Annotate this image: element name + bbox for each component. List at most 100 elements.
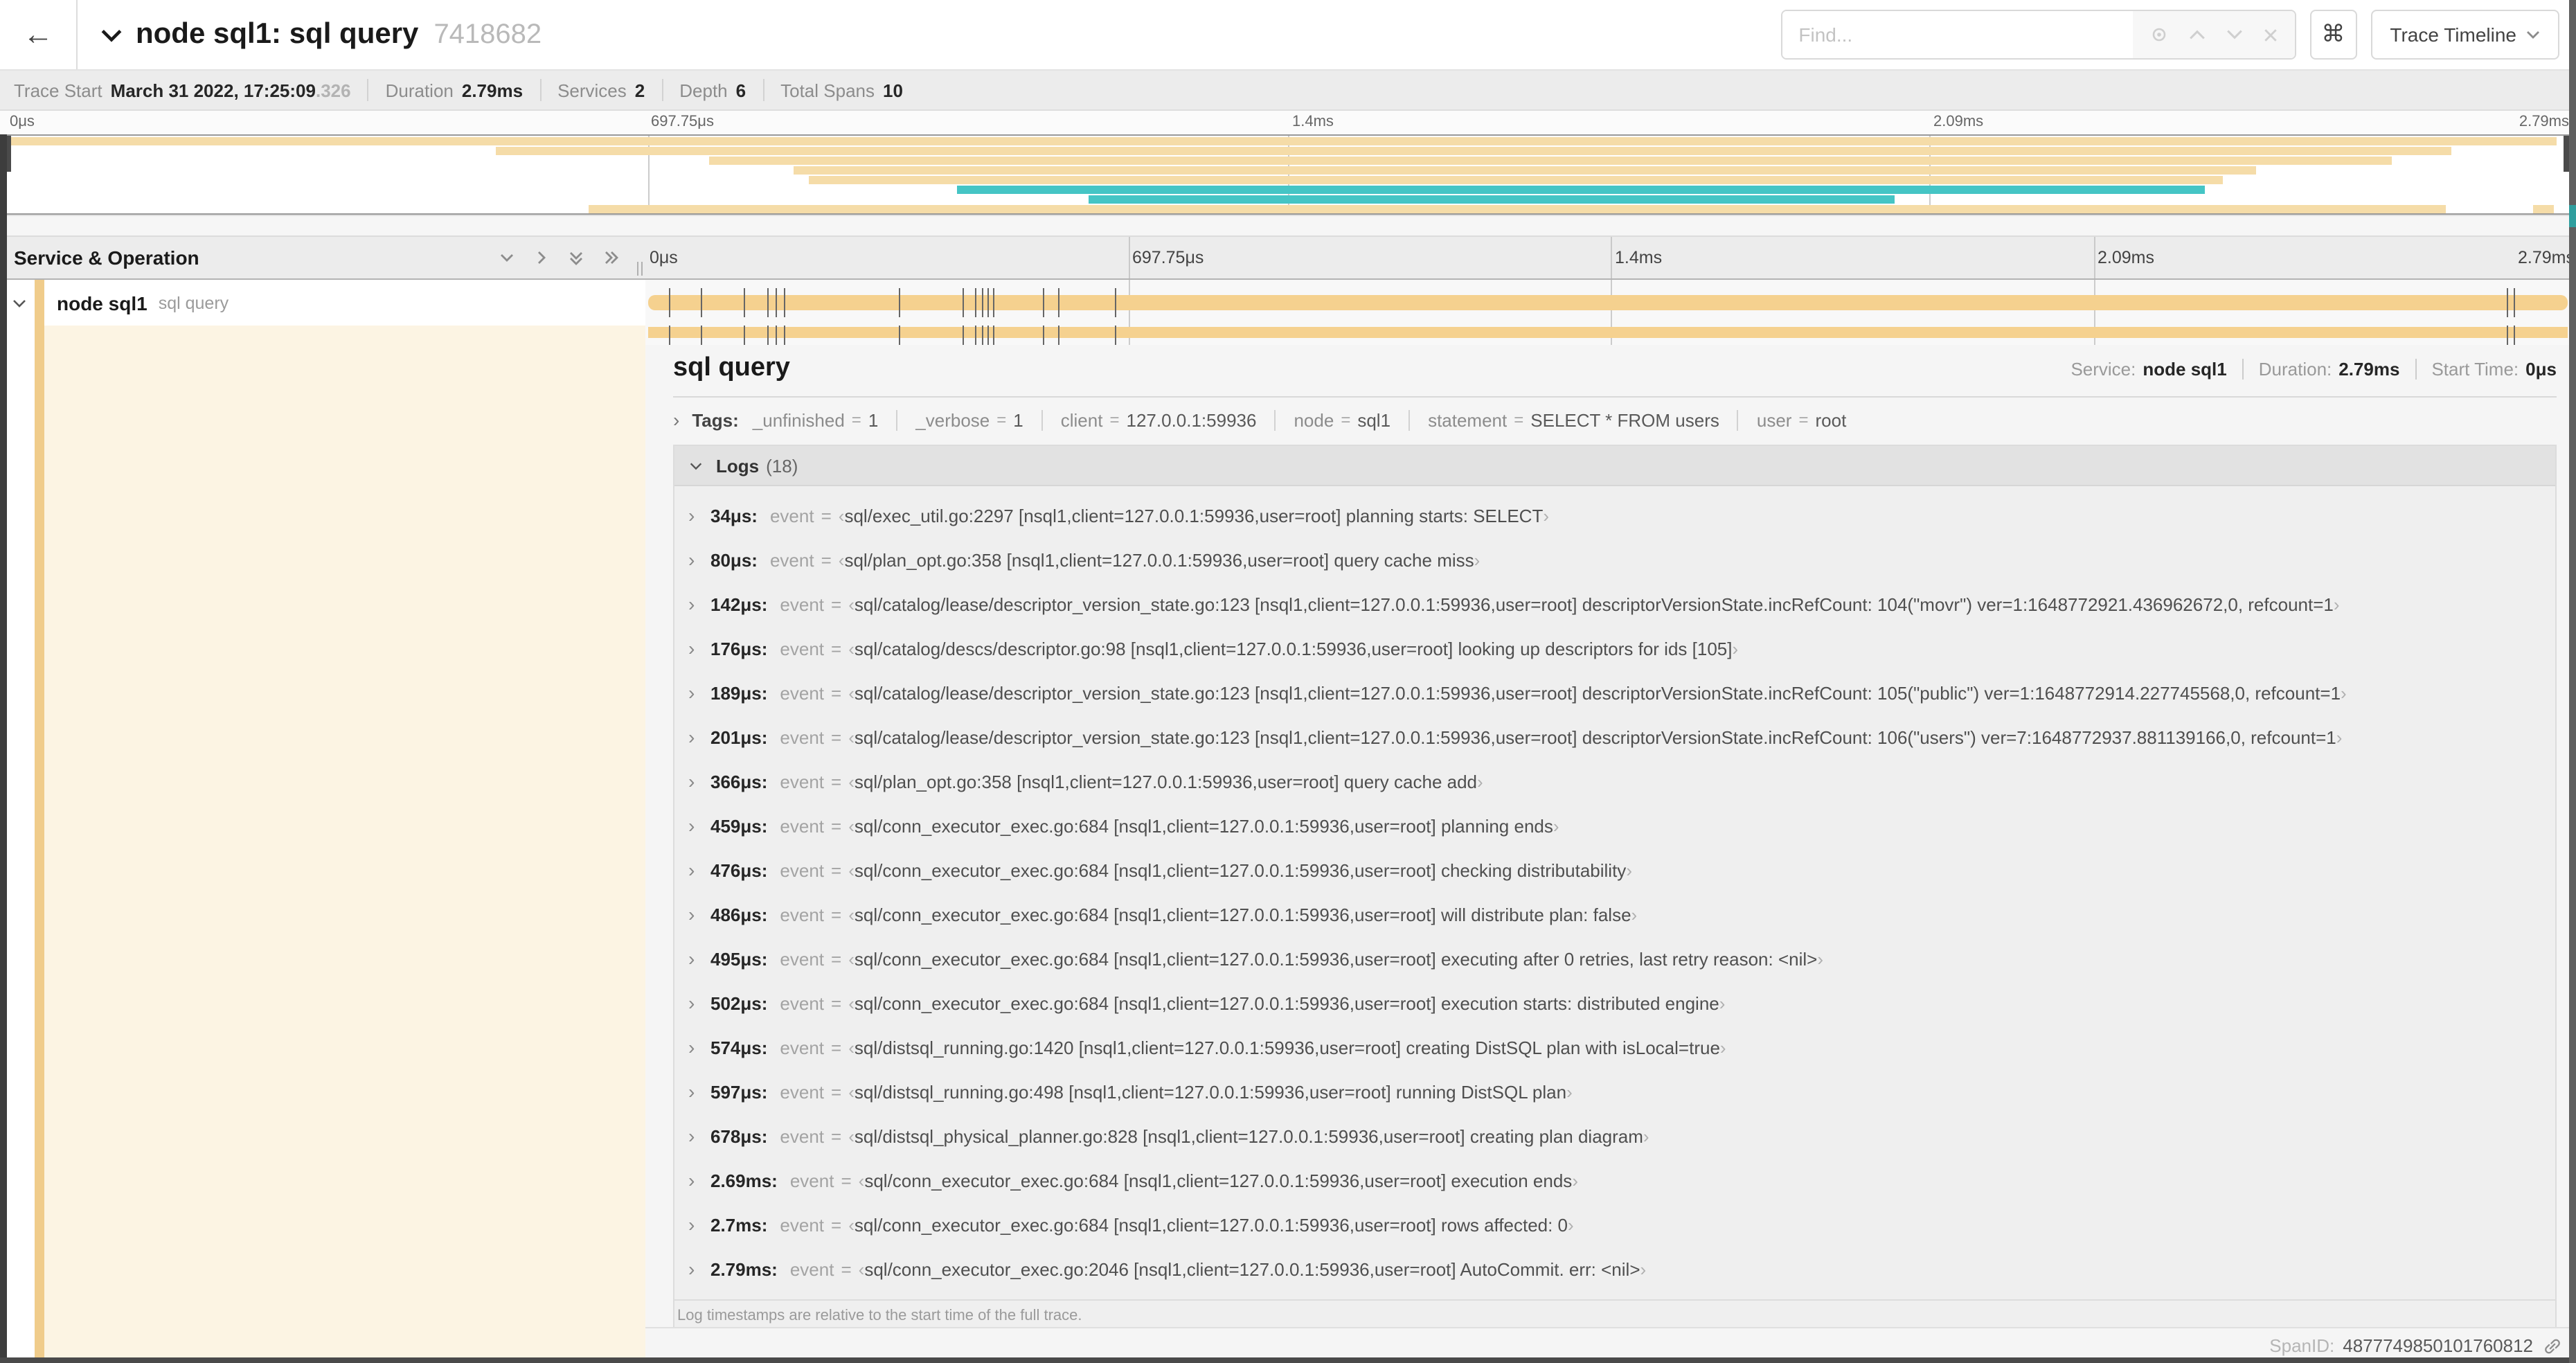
log-marker [1114,326,1116,345]
detail-span-bar-strip[interactable] [645,326,2576,345]
tags-label: Tags: [692,409,739,430]
keyboard-shortcuts-button[interactable]: ⌘ [2309,10,2357,60]
timeline-tick-label: 1.4ms [1292,114,1334,130]
log-row[interactable]: › 678μs: event = ‹ sql/distsql_physical_plann… [688,1114,2547,1158]
minimap-left-scrubber[interactable] [7,136,11,172]
tag-item[interactable]: client = 127.0.0.1:59936 [1061,409,1257,430]
log-row[interactable]: › 176μs: event = ‹ sql/catalog/descs/descript… [688,626,2547,670]
open-quote: ‹ [848,1081,855,1102]
tag-item[interactable]: user = root [1757,409,1846,430]
log-row[interactable]: › 366μs: event = ‹ sql/plan_opt.go:358 [nsql1… [688,759,2547,803]
left-scrollbar[interactable] [0,134,7,1363]
tag-separator [1408,409,1411,430]
collapse-all-icon[interactable] [568,249,584,267]
detail-content: sql query Service: node sql1 Duration: 2… [645,345,2576,1327]
log-row[interactable]: › 597μs: event = ‹ sql/distsql_running.go:498… [688,1069,2547,1114]
timeline-minimap: 0μs 697.75μs 1.4ms 2.09ms 2.79ms [0,111,2576,215]
equals-sign: = [831,904,842,925]
log-event-key: event [780,992,825,1013]
log-marker [2514,288,2516,317]
log-row[interactable]: › 574μs: event = ‹ sql/distsql_running.go:142… [688,1025,2547,1069]
link-icon[interactable] [2543,1336,2562,1355]
back-button[interactable]: ← [0,0,78,69]
log-row[interactable]: › 189μs: event = ‹ sql/catalog/lease/descript… [688,670,2547,715]
minimap-canvas[interactable] [6,134,2570,215]
tags-row[interactable]: › Tags: _unfinished = 1 _verbose = 1 client = 12… [673,398,2557,442]
find-input[interactable] [1782,11,2133,58]
log-marker [1058,288,1060,317]
logs-header[interactable]: Logs (18) [674,446,2555,486]
log-event-key: event [769,549,814,570]
equals-sign: = [831,815,842,836]
chevron-down-icon[interactable] [100,26,123,44]
log-event-key: event [780,1081,825,1102]
tag-item[interactable]: statement = SELECT * FROM users [1428,409,1719,430]
log-row[interactable]: › 2.7ms: event = ‹ sql/conn_executor_exec.go:… [688,1202,2547,1247]
span-name-cell[interactable]: node sql1 sql query [0,280,645,326]
span-id-label: SpanID: [2269,1335,2335,1356]
log-row[interactable]: › 201μs: event = ‹ sql/catalog/lease/descript… [688,715,2547,759]
log-time: 189μs: [710,682,768,703]
meta-value: 2 [634,80,645,100]
log-row[interactable]: › 486μs: event = ‹ sql/conn_executor_exec.go:… [688,892,2547,936]
span-bar-cell[interactable] [645,280,2576,326]
log-time: 2.7ms: [710,1214,768,1235]
find-prev-icon[interactable] [2188,28,2206,42]
locate-icon[interactable] [2149,25,2168,44]
log-row[interactable]: › 459μs: event = ‹ sql/conn_executor_exec.go:… [688,803,2547,848]
close-quote: › [1566,1081,1573,1102]
page-title: node sql1: sql query [136,18,419,50]
expand-one-icon[interactable] [533,249,550,266]
equals-sign: = [831,859,842,880]
clear-find-icon[interactable] [2262,27,2278,42]
detail-operation-title: sql query [673,353,790,382]
log-marker [1042,326,1044,345]
column-resize-grip[interactable] [637,262,643,276]
right-scrollbar[interactable] [2569,0,2576,1363]
log-marker [700,288,702,317]
equals-sign: = [831,992,842,1013]
log-time: 476μs: [710,859,768,880]
tag-item[interactable]: _unfinished = 1 [753,409,879,430]
meta-item: Depth 6 [663,79,764,101]
open-quote: ‹ [848,638,855,659]
chevron-down-icon[interactable] [11,294,28,311]
log-row[interactable]: › 2.79ms: event = ‹ sql/conn_executor_exec.go… [688,1247,2547,1291]
log-list: › 34μs: event = ‹ sql/exec_util.go:2297 [nsql… [674,486,2555,1291]
log-event-value: sql/distsql_physical_planner.go:828 [nsq… [854,1125,1643,1146]
log-event-value: sql/conn_executor_exec.go:684 [nsql1,cli… [854,859,1627,880]
tag-item[interactable]: _verbose = 1 [915,409,1023,430]
log-row[interactable]: › 2.69ms: event = ‹ sql/conn_executor_exec.go… [688,1158,2547,1202]
log-event-value: sql/plan_opt.go:358 [nsql1,client=127.0.… [854,771,1478,792]
log-row[interactable]: › 502μs: event = ‹ sql/conn_executor_exec.go:… [688,981,2547,1025]
log-row[interactable]: › 34μs: event = ‹ sql/exec_util.go:2297 [nsql… [688,493,2547,537]
open-quote: ‹ [848,771,855,792]
log-marker [743,288,745,317]
tag-item[interactable]: node = sql1 [1294,409,1390,430]
minimap-span-bar [588,205,2447,213]
minimap-spacer [0,215,2576,235]
log-event-key: event [780,638,825,659]
detail-service: Service: node sql1 [2055,359,2244,380]
log-row[interactable]: › 476μs: event = ‹ sql/conn_executor_exec.go:… [688,848,2547,892]
log-time: 597μs: [710,1081,768,1102]
log-row[interactable]: › 142μs: event = ‹ sql/catalog/lease/descript… [688,582,2547,626]
log-event-value: sql/distsql_running.go:1420 [nsql1,clien… [854,1037,1720,1058]
tag-value: SELECT * FROM users [1530,409,1719,430]
trace-view-selector[interactable]: Trace Timeline [2370,10,2559,60]
meta-label: Services [557,80,627,100]
span-color-accent [35,280,44,326]
minimap-span-bar [2533,205,2554,213]
minimap-right-scrubber[interactable] [2564,136,2569,172]
log-row[interactable]: › 495μs: event = ‹ sql/conn_executor_exec.go:… [688,936,2547,981]
chevron-right-icon: › [688,947,695,970]
log-event-key: event [780,815,825,836]
span-duration-bar[interactable] [648,295,2568,310]
expand-all-icon[interactable] [602,249,620,266]
find-next-icon[interactable] [2225,28,2243,42]
collapse-one-icon[interactable] [499,249,515,266]
log-row[interactable]: › 80μs: event = ‹ sql/plan_opt.go:358 [nsql1,… [688,537,2547,582]
log-marker [981,288,983,317]
log-marker [743,326,745,345]
bottom-scrollbar[interactable] [0,1357,2569,1363]
